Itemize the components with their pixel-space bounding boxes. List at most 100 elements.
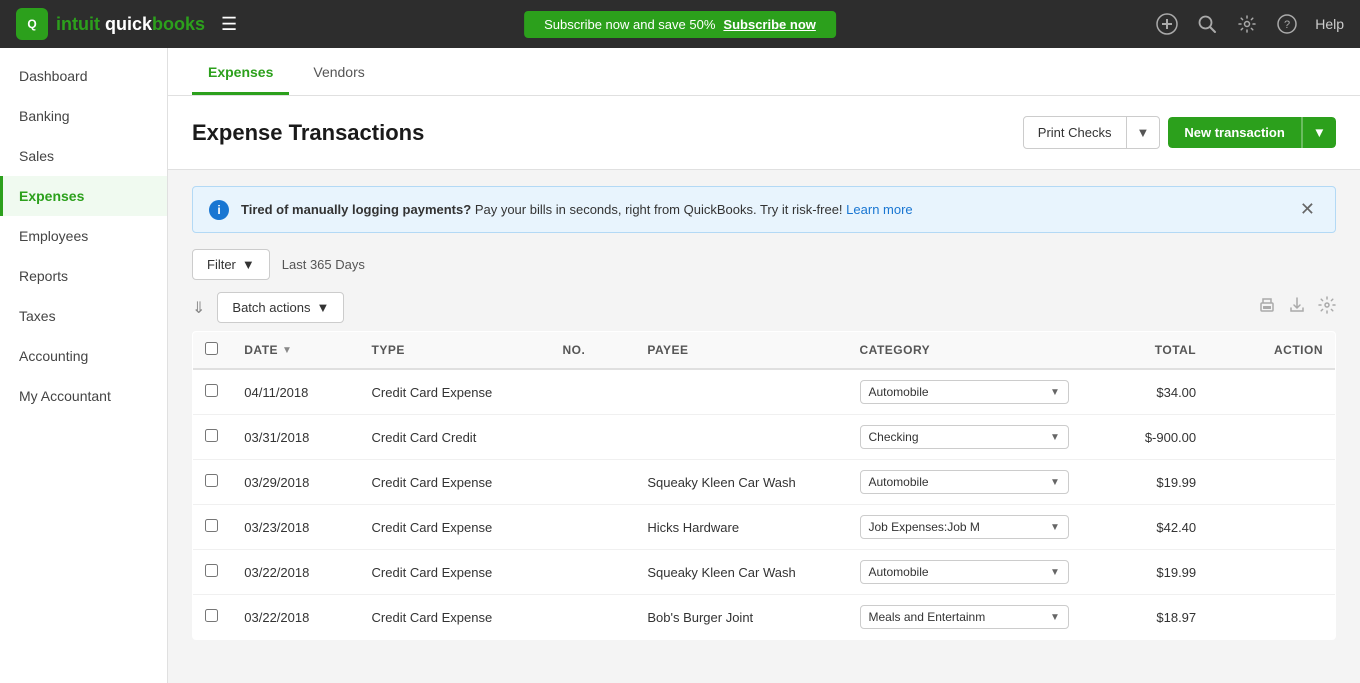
row-checkbox-cell[interactable]: [193, 415, 233, 460]
row-total: $34.00: [1081, 369, 1208, 415]
batch-actions-label: Batch actions: [232, 300, 310, 315]
tabs-bar: Expenses Vendors: [168, 48, 1360, 96]
sidebar-item-employees[interactable]: Employees: [0, 216, 167, 256]
row-payee: Bob's Burger Joint: [635, 595, 847, 640]
row-total: $42.40: [1081, 505, 1208, 550]
row-total: $18.97: [1081, 595, 1208, 640]
banner-learn-more-link[interactable]: Learn more: [846, 202, 912, 217]
row-checkbox-cell[interactable]: [193, 595, 233, 640]
tab-vendors[interactable]: Vendors: [297, 48, 380, 95]
row-date: 04/11/2018: [232, 369, 359, 415]
filters-area: Filter ▼ Last 365 Days: [168, 249, 1360, 280]
sidebar-item-my-accountant[interactable]: My Accountant: [0, 376, 167, 416]
tab-expenses[interactable]: Expenses: [192, 48, 289, 95]
select-all-header[interactable]: [193, 332, 233, 370]
row-category[interactable]: Automobile ▼: [848, 550, 1081, 595]
category-select-dropdown[interactable]: Checking ▼: [860, 425, 1069, 449]
print-icon[interactable]: [1258, 296, 1276, 319]
sidebar-item-dashboard[interactable]: Dashboard: [0, 56, 167, 96]
row-checkbox[interactable]: [205, 519, 218, 532]
settings-icon[interactable]: [1235, 12, 1259, 36]
help-label[interactable]: Help: [1315, 16, 1344, 32]
row-checkbox-cell[interactable]: [193, 369, 233, 415]
row-payee: [635, 415, 847, 460]
row-checkbox[interactable]: [205, 474, 218, 487]
category-select-dropdown[interactable]: Automobile ▼: [860, 470, 1069, 494]
table-container: DATE ▼ TYPE NO. PAYEE CATEGORY TOTAL ACT…: [168, 331, 1360, 640]
category-value: Automobile: [869, 475, 929, 489]
row-date: 03/31/2018: [232, 415, 359, 460]
expense-table: DATE ▼ TYPE NO. PAYEE CATEGORY TOTAL ACT…: [192, 331, 1336, 640]
no-column-header: NO.: [550, 332, 635, 370]
category-select-dropdown[interactable]: Automobile ▼: [860, 560, 1069, 584]
close-banner-button[interactable]: ✕: [1296, 199, 1319, 220]
sidebar-item-taxes[interactable]: Taxes: [0, 296, 167, 336]
row-checkbox-cell[interactable]: [193, 460, 233, 505]
row-no: [550, 460, 635, 505]
new-transaction-dropdown-button[interactable]: ▼: [1302, 117, 1336, 148]
row-category[interactable]: Meals and Entertainm ▼: [848, 595, 1081, 640]
row-type: Credit Card Credit: [360, 415, 551, 460]
filter-button[interactable]: Filter ▼: [192, 249, 270, 280]
row-category[interactable]: Automobile ▼: [848, 369, 1081, 415]
row-payee: Squeaky Kleen Car Wash: [635, 550, 847, 595]
row-checkbox[interactable]: [205, 429, 218, 442]
category-value: Automobile: [869, 385, 929, 399]
svg-text:?: ?: [1284, 19, 1290, 31]
date-range-label: Last 365 Days: [282, 257, 365, 272]
row-date: 03/22/2018: [232, 550, 359, 595]
sidebar-item-sales[interactable]: Sales: [0, 136, 167, 176]
sidebar-item-banking[interactable]: Banking: [0, 96, 167, 136]
date-sort-icon: ▼: [282, 345, 292, 356]
batch-actions-button[interactable]: Batch actions ▼: [217, 292, 344, 323]
category-select-dropdown[interactable]: Automobile ▼: [860, 380, 1069, 404]
row-checkbox[interactable]: [205, 564, 218, 577]
row-no: [550, 415, 635, 460]
payee-column-header: PAYEE: [635, 332, 847, 370]
search-icon[interactable]: [1195, 12, 1219, 36]
quickbooks-logo-icon: Q: [16, 8, 48, 40]
row-total: $19.99: [1081, 460, 1208, 505]
row-action: [1208, 369, 1335, 415]
row-date: 03/22/2018: [232, 595, 359, 640]
new-transaction-button[interactable]: New transaction: [1168, 117, 1301, 148]
row-category[interactable]: Checking ▼: [848, 415, 1081, 460]
logo-area: Q intuit quickbooks: [16, 8, 205, 40]
subscribe-now-button[interactable]: Subscribe now: [723, 17, 815, 32]
category-select-dropdown[interactable]: Meals and Entertainm ▼: [860, 605, 1069, 629]
print-checks-dropdown-button[interactable]: ▼: [1127, 117, 1160, 148]
main-content: Expenses Vendors Expense Transactions Pr…: [168, 48, 1360, 683]
hamburger-menu-icon[interactable]: ☰: [221, 14, 237, 35]
sidebar-item-accounting[interactable]: Accounting: [0, 336, 167, 376]
right-toolbar: [1258, 296, 1336, 319]
row-checkbox-cell[interactable]: [193, 505, 233, 550]
add-icon[interactable]: [1155, 12, 1179, 36]
filter-label: Filter: [207, 257, 236, 272]
select-all-checkbox[interactable]: [205, 342, 218, 355]
table-toolbar: ⇓ Batch actions ▼: [168, 292, 1360, 331]
category-select-dropdown[interactable]: Job Expenses:Job M ▼: [860, 515, 1069, 539]
category-dropdown-icon: ▼: [1050, 432, 1060, 443]
row-category[interactable]: Job Expenses:Job M ▼: [848, 505, 1081, 550]
row-total: $19.99: [1081, 550, 1208, 595]
row-checkbox-cell[interactable]: [193, 550, 233, 595]
print-checks-button[interactable]: Print Checks: [1024, 117, 1127, 148]
row-category[interactable]: Automobile ▼: [848, 460, 1081, 505]
column-settings-icon[interactable]: [1318, 296, 1336, 319]
sidebar-item-expenses[interactable]: Expenses: [0, 176, 167, 216]
row-no: [550, 595, 635, 640]
date-column-header[interactable]: DATE ▼: [232, 332, 359, 370]
category-dropdown-icon: ▼: [1050, 387, 1060, 398]
category-dropdown-icon: ▼: [1050, 522, 1060, 533]
row-action: [1208, 505, 1335, 550]
subscribe-banner: Subscribe now and save 50% Subscribe now: [524, 11, 836, 38]
page-header: Expense Transactions Print Checks ▼ New …: [168, 96, 1360, 170]
row-checkbox[interactable]: [205, 609, 218, 622]
sidebar-item-reports[interactable]: Reports: [0, 256, 167, 296]
row-action: [1208, 550, 1335, 595]
banner-bold-text: Tired of manually logging payments?: [241, 202, 471, 217]
help-circle-icon[interactable]: ?: [1275, 12, 1299, 36]
sort-icon[interactable]: ⇓: [192, 298, 205, 318]
row-checkbox[interactable]: [205, 384, 218, 397]
export-icon[interactable]: [1288, 296, 1306, 319]
